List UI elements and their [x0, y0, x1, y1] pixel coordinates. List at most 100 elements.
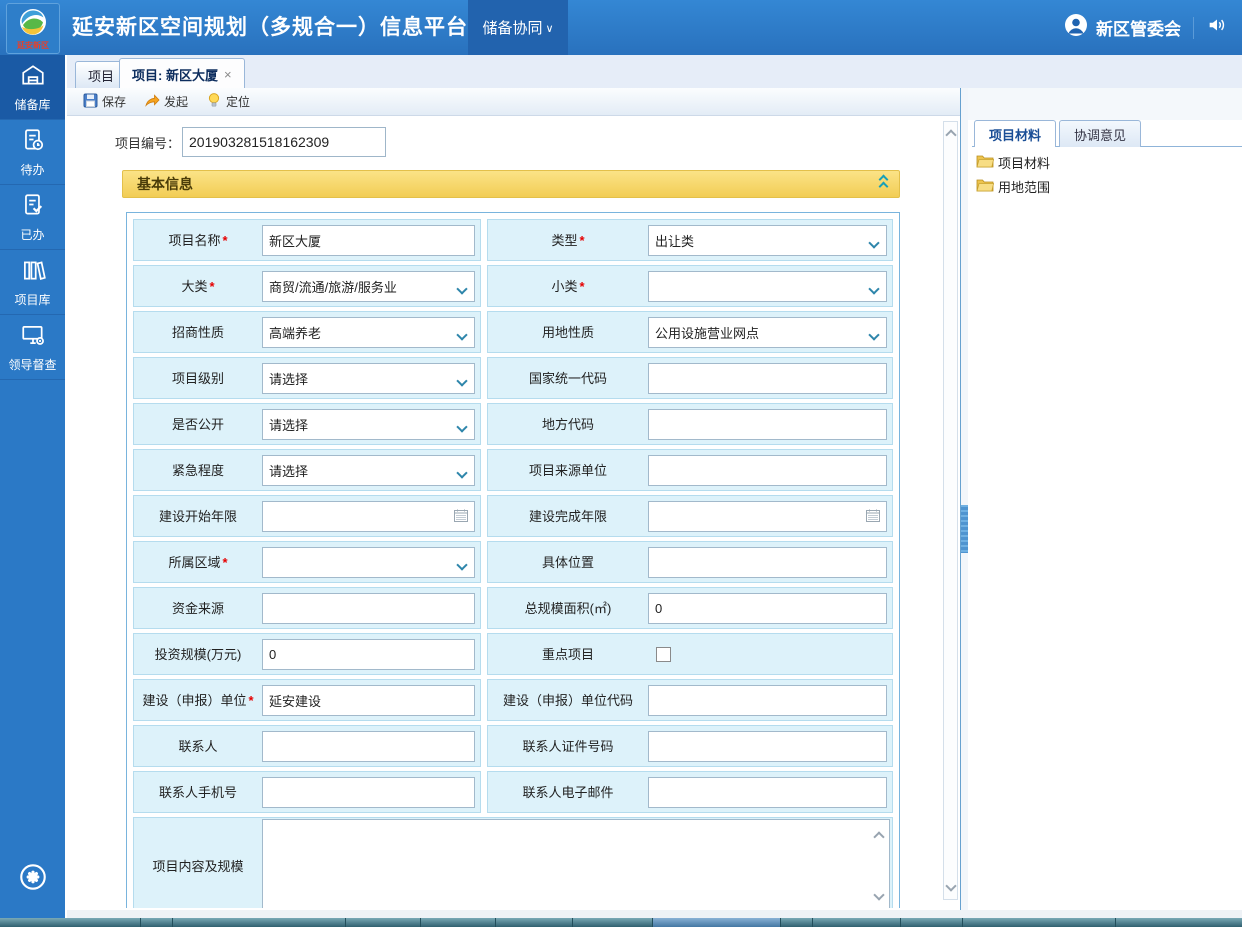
field-label: 紧急程度	[134, 450, 262, 490]
date-field[interactable]	[648, 501, 887, 532]
select-field[interactable]: 高端养老	[262, 317, 475, 348]
field-label: 建设（申报）单位代码	[488, 680, 648, 720]
checkbox[interactable]	[656, 647, 671, 662]
input-field[interactable]	[648, 409, 887, 440]
select-field[interactable]: 出让类	[648, 225, 887, 256]
input-field[interactable]	[648, 455, 887, 486]
field-value: 0	[655, 601, 662, 616]
input-field[interactable]	[648, 731, 887, 762]
field-label: 总规模面积(㎡)	[488, 588, 648, 628]
field-area	[648, 634, 892, 674]
field-value: 请选择	[269, 369, 308, 388]
textarea-field[interactable]	[262, 819, 890, 908]
lightbulb-icon	[206, 92, 222, 111]
required-asterisk: *	[579, 233, 584, 248]
input-field[interactable]	[262, 777, 475, 808]
tab-project-materials[interactable]: 项目材料	[974, 120, 1056, 147]
nav-item-reserve-collaboration[interactable]: 储备协同 ∨	[468, 0, 568, 55]
field-value: 商贸/流通/旅游/服务业	[269, 277, 397, 296]
input-field[interactable]: 0	[262, 639, 475, 670]
form-row: 建设（申报）单位*延安建设建设（申报）单位代码	[133, 679, 893, 721]
scroll-up-icon[interactable]	[875, 828, 883, 846]
field-area	[648, 542, 892, 582]
input-field[interactable]	[648, 777, 887, 808]
select-field[interactable]: 请选择	[262, 409, 475, 440]
input-field[interactable]: 新区大厦	[262, 225, 475, 256]
field-area: 延安建设	[262, 680, 480, 720]
form-cell: 具体位置	[487, 541, 893, 583]
required-asterisk: *	[579, 279, 584, 294]
input-field[interactable]	[262, 731, 475, 762]
select-field[interactable]	[262, 547, 475, 578]
sidebar-item-project-library[interactable]: 项目库	[0, 250, 65, 315]
form-cell: 联系人电子邮件	[487, 771, 893, 813]
nav-dropdown-caret-icon: ∨	[545, 22, 553, 35]
user-name: 新区管委会	[1096, 15, 1181, 40]
input-field[interactable]	[648, 363, 887, 394]
tab-project-xinqu-building[interactable]: 项目: 新区大厦 ×	[119, 58, 245, 89]
dropdown-arrow-icon	[870, 327, 878, 342]
field-area	[262, 542, 480, 582]
select-field[interactable]: 商贸/流通/旅游/服务业	[262, 271, 475, 302]
sidebar-item-done[interactable]: 已办	[0, 185, 65, 250]
input-field[interactable]	[262, 593, 475, 624]
scroll-down-icon[interactable]	[947, 877, 955, 895]
logo-text: 延安新区	[17, 42, 49, 50]
tab-label: 项目: 新区大厦	[132, 65, 218, 84]
close-icon[interactable]: ×	[224, 67, 232, 82]
user-menu[interactable]: 新区管委会	[1064, 13, 1181, 42]
locate-button[interactable]: 定位	[206, 92, 250, 111]
project-number-row: 项目编号： 201903281518162309	[115, 127, 386, 157]
sidebar-item-reserve-library[interactable]: 储备库	[0, 55, 65, 120]
folder-icon	[976, 178, 994, 195]
select-field[interactable]: 公用设施营业网点	[648, 317, 887, 348]
launch-button[interactable]: 发起	[144, 92, 188, 111]
form-row: 建设开始年限建设完成年限	[133, 495, 893, 537]
input-field[interactable]	[648, 685, 887, 716]
materials-tree: 项目材料 用地范围	[976, 152, 1238, 196]
form-row: 资金来源 总规模面积(㎡) 0	[133, 587, 893, 629]
date-field[interactable]	[262, 501, 475, 532]
calendar-icon[interactable]	[866, 509, 880, 525]
tree-item-project-materials[interactable]: 项目材料	[976, 152, 1238, 172]
input-field[interactable]	[648, 547, 887, 578]
calendar-icon[interactable]	[454, 509, 468, 525]
field-label: 具体位置	[488, 542, 648, 582]
field-label: 项目内容及规模	[134, 818, 262, 908]
form-cell: 资金来源	[133, 587, 481, 629]
sidebar-item-todo[interactable]: 待办	[0, 120, 65, 185]
sidebar-item-leader-supervision[interactable]: 领导督查	[0, 315, 65, 380]
input-field[interactable]: 0	[648, 593, 887, 624]
field-label: 资金来源	[134, 588, 262, 628]
save-button[interactable]: 保存	[83, 93, 126, 111]
speaker-icon[interactable]	[1206, 14, 1228, 41]
tab-coordination-opinions[interactable]: 协调意见	[1059, 120, 1141, 147]
form-row: 是否公开请选择地方代码	[133, 403, 893, 445]
required-asterisk: *	[222, 555, 227, 570]
scroll-down-icon[interactable]	[875, 886, 883, 904]
field-area: 商贸/流通/旅游/服务业	[262, 266, 480, 306]
dropdown-arrow-icon	[458, 327, 466, 342]
select-field[interactable]	[648, 271, 887, 302]
project-number-label: 项目编号：	[115, 133, 180, 152]
right-panel-tabbar: 项目材料 协调意见	[972, 120, 1242, 147]
select-field[interactable]: 请选择	[262, 363, 475, 394]
form-vertical-scrollbar[interactable]	[943, 121, 958, 900]
sidebar-collapse-button[interactable]	[0, 861, 65, 898]
field-area: 高端养老	[262, 312, 480, 352]
nav-item-label: 储备协同	[482, 17, 542, 38]
field-area	[262, 496, 480, 536]
project-number-field[interactable]: 201903281518162309	[182, 127, 386, 157]
field-label: 用地性质	[488, 312, 648, 352]
collapse-section-button[interactable]	[880, 176, 887, 190]
input-field[interactable]: 延安建设	[262, 685, 475, 716]
select-field[interactable]: 请选择	[262, 455, 475, 486]
sidebar-item-label: 已办	[20, 226, 44, 243]
form-cell: 建设（申报）单位*延安建设	[133, 679, 481, 721]
scroll-up-icon[interactable]	[947, 126, 955, 144]
field-area	[648, 266, 892, 306]
field-area: 出让类	[648, 220, 892, 260]
form-row: 大类*商贸/流通/旅游/服务业小类*	[133, 265, 893, 307]
tree-item-land-scope[interactable]: 用地范围	[976, 176, 1238, 196]
field-label: 项目级别	[134, 358, 262, 398]
